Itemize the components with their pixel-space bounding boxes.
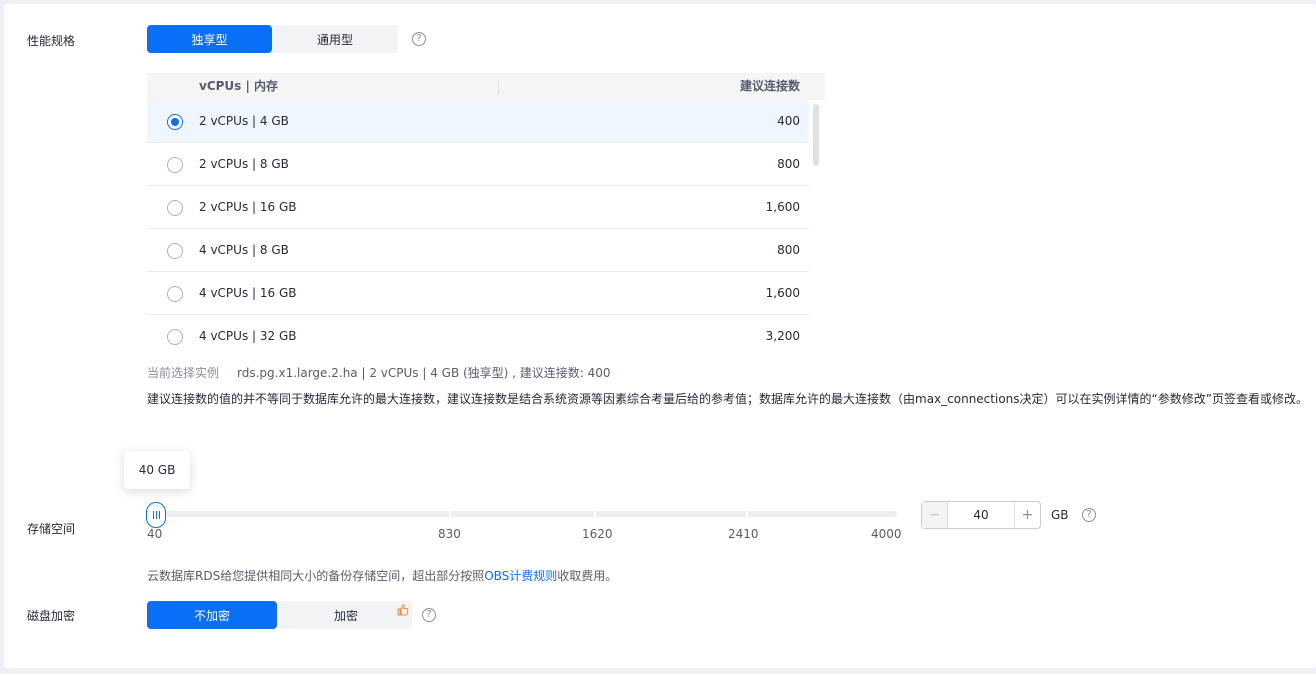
question-circle-icon[interactable]: ? (412, 32, 426, 46)
column-divider (498, 80, 499, 94)
table-row[interactable]: 4 vCPUs | 8 GB 800 (147, 229, 809, 272)
cell-spec: 4 vCPUs | 16 GB (199, 286, 297, 300)
cell-conn: 1,600 (765, 200, 800, 214)
question-circle-icon[interactable]: ? (1082, 508, 1096, 522)
cell-conn: 800 (777, 157, 800, 171)
current-selection: 当前选择实例 rds.pg.x1.large.2.ha | 2 vCPUs | 4… (147, 364, 611, 381)
table-row[interactable]: 2 vCPUs | 4 GB 400 (147, 100, 809, 143)
slider-tick (449, 511, 451, 517)
table-row[interactable]: 2 vCPUs | 16 GB 1,600 (147, 186, 809, 229)
note-suffix: 收取费用。 (557, 569, 618, 583)
slider-tick-label: 40 (147, 527, 163, 541)
option-encryption[interactable]: 加密 (280, 601, 412, 629)
option-encryption-label: 加密 (333, 608, 358, 623)
storage-unit: GB (1051, 508, 1069, 522)
slider-tick (746, 511, 748, 517)
connection-description: 建议连接数的值的并不等同于数据库允许的最大连接数，建议连接数是结合系统资源等因素… (147, 392, 1308, 406)
cell-conn: 3,200 (765, 329, 800, 343)
obs-billing-link[interactable]: OBS计费规则 (484, 569, 557, 583)
encryption-toggle: 不加密 加密 (147, 601, 412, 629)
spec-label: 性能规格 (27, 34, 76, 48)
increment-button[interactable]: + (1014, 502, 1040, 528)
storage-input[interactable]: 40 (948, 502, 1014, 528)
spec-table: vCPUs | 内存 建议连接数 2 vCPUs | 4 GB 400 2 vC… (147, 73, 825, 353)
cell-spec: 4 vCPUs | 32 GB (199, 329, 297, 343)
current-selection-value: rds.pg.x1.large.2.ha | 2 vCPUs | 4 GB (独… (237, 366, 611, 380)
radio-button[interactable] (167, 286, 183, 302)
slider-tick-label: 2410 (728, 527, 759, 541)
slider-tooltip: 40 GB (124, 451, 190, 489)
slider-tick-label: 830 (438, 527, 461, 541)
storage-label: 存储空间 (27, 522, 76, 536)
column-header-conn: 建议连接数 (739, 79, 800, 93)
table-header: vCPUs | 内存 建议连接数 (147, 73, 825, 100)
cell-spec: 2 vCPUs | 4 GB (199, 114, 289, 128)
decrement-button[interactable]: − (922, 502, 948, 528)
cell-conn: 1,600 (765, 286, 800, 300)
spec-type-toggle: 独享型 通用型 (147, 25, 398, 53)
question-circle-icon[interactable]: ? (422, 608, 436, 622)
thumbs-up-icon (397, 604, 409, 616)
radio-button[interactable] (167, 243, 183, 259)
option-no-encryption[interactable]: 不加密 (147, 601, 277, 629)
table-row[interactable]: 4 vCPUs | 16 GB 1,600 (147, 272, 809, 315)
cell-spec: 2 vCPUs | 16 GB (199, 200, 297, 214)
tab-exclusive[interactable]: 独享型 (147, 25, 272, 53)
slider-tick (594, 511, 596, 517)
radio-button[interactable] (167, 200, 183, 216)
cell-spec: 2 vCPUs | 8 GB (199, 157, 289, 171)
note-prefix: 云数据库RDS给您提供相同大小的备份存储空间，超出部分按照 (147, 569, 485, 583)
radio-button[interactable] (167, 329, 183, 345)
column-header-spec: vCPUs | 内存 (199, 79, 279, 93)
table-row[interactable]: 4 vCPUs | 32 GB 3,200 (147, 315, 809, 353)
slider-track[interactable] (147, 511, 897, 517)
current-selection-key: 当前选择实例 (147, 366, 220, 380)
table-scrollbar[interactable] (813, 104, 819, 166)
storage-stepper: − 40 + (921, 501, 1041, 529)
table-row[interactable]: 2 vCPUs | 8 GB 800 (147, 143, 809, 186)
slider-tick-label: 1620 (582, 527, 613, 541)
radio-button[interactable] (167, 157, 183, 173)
radio-button[interactable] (167, 114, 183, 130)
backup-note: 云数据库RDS给您提供相同大小的备份存储空间，超出部分按照OBS计费规则收取费用… (147, 567, 617, 584)
slider-tick-label: 4000 (871, 527, 902, 541)
encryption-label: 磁盘加密 (27, 609, 76, 623)
cell-spec: 4 vCPUs | 8 GB (199, 243, 289, 257)
slider-thumb[interactable] (146, 502, 166, 528)
tab-general[interactable]: 通用型 (272, 25, 398, 53)
cell-conn: 400 (777, 114, 800, 128)
cell-conn: 800 (777, 243, 800, 257)
